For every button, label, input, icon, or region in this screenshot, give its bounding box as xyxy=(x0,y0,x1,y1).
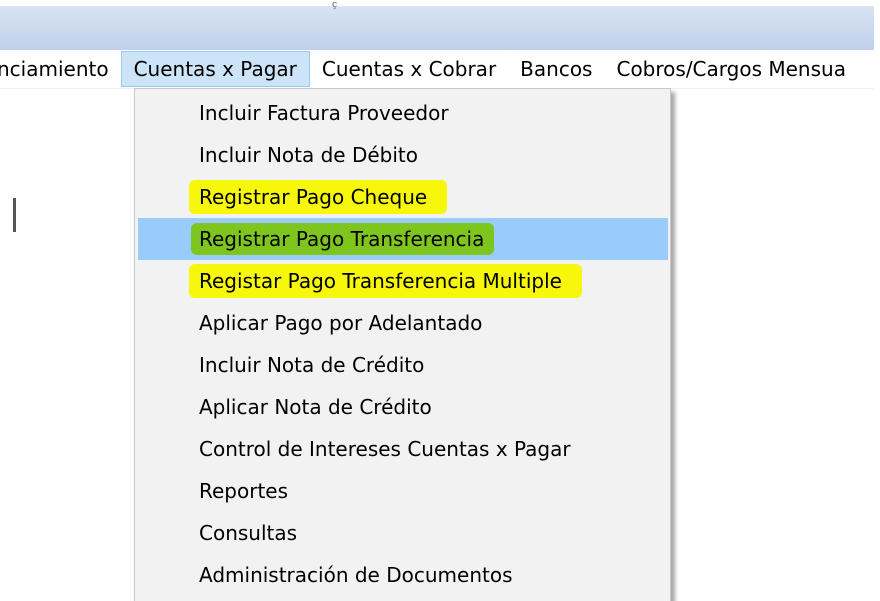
menu-item-control-intereses[interactable]: Control de Intereses Cuentas x Pagar xyxy=(135,428,670,470)
menu-item-label: Registrar Pago Transferencia xyxy=(191,223,495,255)
menu-item-reportes[interactable]: Reportes xyxy=(135,470,670,512)
menu-item-label: Consultas xyxy=(199,521,298,545)
menu-item-label: Registar Pago Transferencia Multiple xyxy=(189,264,582,298)
menu-item-label: Registrar Pago Cheque xyxy=(189,180,448,214)
menu-item-label: Incluir Nota de Débito xyxy=(199,143,418,167)
menu-item-label: Control de Intereses Cuentas x Pagar xyxy=(199,437,571,461)
menu-financiamiento[interactable]: nciamiento xyxy=(0,51,121,87)
menu-cuentas-x-pagar[interactable]: Cuentas x Pagar xyxy=(120,51,310,87)
menu-item-registrar-pago-transferencia[interactable]: Registrar Pago Transferencia xyxy=(138,218,668,260)
menu-item-registar-pago-transferencia-multiple[interactable]: Registar Pago Transferencia Multiple xyxy=(135,260,670,302)
menu-cuentas-x-cobrar[interactable]: Cuentas x Cobrar xyxy=(310,51,508,87)
menu-item-incluir-nota-credito[interactable]: Incluir Nota de Crédito xyxy=(135,344,670,386)
title-text: ç xyxy=(332,0,338,10)
menu-item-registrar-pago-cheque[interactable]: Registrar Pago Cheque xyxy=(135,176,670,218)
cuentas-x-pagar-dropdown: Incluir Factura Proveedor Incluir Nota d… xyxy=(134,88,671,601)
title-bar: ç xyxy=(0,0,874,50)
menu-item-label: Administración de Documentos xyxy=(199,563,513,587)
app-window: ç nciamiento Cuentas x Pagar Cuentas x C… xyxy=(0,0,880,601)
menu-bar: nciamiento Cuentas x Pagar Cuentas x Cob… xyxy=(0,50,874,89)
menu-item-aplicar-nota-credito[interactable]: Aplicar Nota de Crédito xyxy=(135,386,670,428)
menu-item-aplicar-pago-adelantado[interactable]: Aplicar Pago por Adelantado xyxy=(135,302,670,344)
menu-item-incluir-nota-debito[interactable]: Incluir Nota de Débito xyxy=(135,134,670,176)
menu-item-consultas[interactable]: Consultas xyxy=(135,512,670,554)
menu-item-administracion-documentos[interactable]: Administración de Documentos xyxy=(135,554,670,596)
menu-item-incluir-factura-proveedor[interactable]: Incluir Factura Proveedor xyxy=(135,92,670,134)
menu-bancos[interactable]: Bancos xyxy=(508,51,604,87)
menu-item-label: Incluir Nota de Crédito xyxy=(199,353,425,377)
menu-cobros-cargos-mensuales[interactable]: Cobros/Cargos Mensua xyxy=(604,51,857,87)
menu-item-label: Aplicar Pago por Adelantado xyxy=(199,311,483,335)
menu-item-label: Aplicar Nota de Crédito xyxy=(199,395,432,419)
background-control-edge xyxy=(13,198,16,232)
menu-item-label: Incluir Factura Proveedor xyxy=(199,101,449,125)
menu-item-label: Reportes xyxy=(199,479,289,503)
